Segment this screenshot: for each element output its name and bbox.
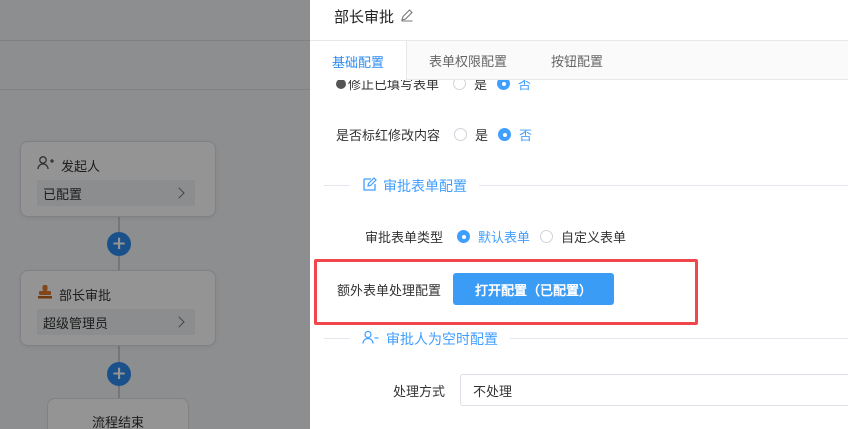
radio-option-no[interactable]: 否 <box>497 80 531 93</box>
radio-option-no[interactable]: 否 <box>498 125 532 144</box>
radio-option-custom-form[interactable]: 自定义表单 <box>540 227 626 246</box>
form-type-row: 审批表单类型 默认表单 自定义表单 <box>365 227 626 246</box>
option-label: 默认表单 <box>478 231 531 246</box>
row-label: 审批表单类型 <box>365 231 444 246</box>
drawer-content: 修止已填写表单 是 否 是否标红修改内容 是 否 审批表单配置 审批表单类型 默… <box>310 80 848 429</box>
option-label: 是 <box>475 129 489 144</box>
row-label: 额外表单处理配置 <box>337 283 442 299</box>
user-minus-icon <box>362 330 380 349</box>
radio-circle-checked <box>457 230 471 243</box>
mark-red-row: 是否标红修改内容 是 否 <box>336 125 532 144</box>
tab-form-permission[interactable]: 表单权限配置 <box>407 41 529 80</box>
drawer-header: 部长审批 <box>310 0 848 40</box>
section-title-text: 审批人为空时配置 <box>386 332 498 348</box>
open-config-button[interactable]: 打开配置（已配置） <box>453 273 615 305</box>
handling-select[interactable]: 不处理 <box>460 374 848 406</box>
pencil-icon[interactable] <box>400 8 414 26</box>
option-label: 否 <box>518 80 532 93</box>
edit-form-icon <box>362 176 377 196</box>
row-label: 是否标红修改内容 <box>336 129 441 144</box>
tab-label: 表单权限配置 <box>429 55 508 70</box>
handling-row: 处理方式 <box>393 381 445 400</box>
tab-label: 按钮配置 <box>551 55 604 70</box>
tab-label: 基础配置 <box>332 55 385 71</box>
drawer-mask[interactable] <box>0 0 310 429</box>
section-title-empty-approver: 审批人为空时配置 <box>350 329 510 349</box>
radio-option-default-form[interactable]: 默认表单 <box>457 227 530 246</box>
radio-circle <box>453 80 467 90</box>
radio-option-yes[interactable]: 是 <box>454 125 488 144</box>
tab-button-config[interactable]: 按钮配置 <box>529 41 625 80</box>
radio-circle-checked <box>497 80 511 90</box>
option-label: 自定义表单 <box>561 231 627 246</box>
section-title-form: 审批表单配置 <box>350 176 479 196</box>
prevent-edit-row: 修止已填写表单 是 否 <box>336 80 531 93</box>
extra-form-row: 额外表单处理配置 打开配置（已配置） <box>337 273 615 305</box>
tab-basic-config[interactable]: 基础配置 <box>310 41 408 81</box>
row-label: 修止已填写表单 <box>348 80 440 93</box>
option-label: 否 <box>519 129 533 144</box>
section-title-text: 审批表单配置 <box>383 179 467 195</box>
drawer-title: 部长审批 <box>334 7 395 26</box>
row-label: 处理方式 <box>393 385 446 400</box>
radio-circle <box>540 230 554 243</box>
info-icon <box>336 80 346 89</box>
radio-circle-checked <box>498 128 512 141</box>
approver-config-drawer: 部长审批 基础配置 表单权限配置 按钮配置 修止已填写表单 是 否 是否标红修改… <box>310 0 848 429</box>
radio-circle <box>454 128 468 141</box>
config-tabs: 基础配置 表单权限配置 按钮配置 <box>310 40 848 81</box>
select-value: 不处理 <box>473 384 513 400</box>
option-label: 是 <box>474 80 488 93</box>
radio-option-yes[interactable]: 是 <box>453 80 487 93</box>
